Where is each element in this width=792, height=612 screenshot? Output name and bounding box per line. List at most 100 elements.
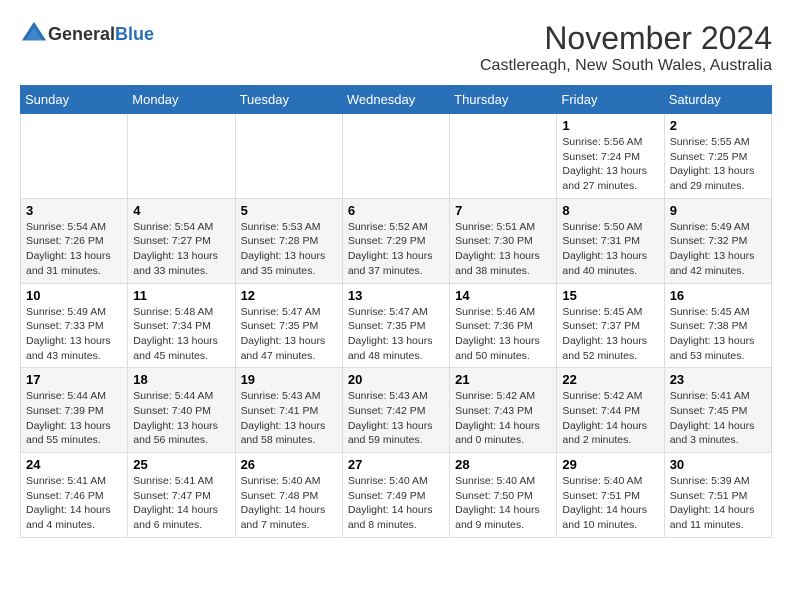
day-number: 17 — [26, 372, 122, 387]
day-number: 23 — [670, 372, 766, 387]
calendar-table: SundayMondayTuesdayWednesdayThursdayFrid… — [20, 85, 772, 538]
day-number: 3 — [26, 203, 122, 218]
calendar-cell: 27Sunrise: 5:40 AM Sunset: 7:49 PM Dayli… — [342, 453, 449, 538]
calendar-cell — [21, 114, 128, 199]
calendar-cell: 19Sunrise: 5:43 AM Sunset: 7:41 PM Dayli… — [235, 368, 342, 453]
day-info: Sunrise: 5:56 AM Sunset: 7:24 PM Dayligh… — [562, 135, 658, 194]
title-section: November 2024 Castlereagh, New South Wal… — [480, 20, 772, 75]
day-info: Sunrise: 5:42 AM Sunset: 7:44 PM Dayligh… — [562, 389, 658, 448]
day-number: 9 — [670, 203, 766, 218]
day-info: Sunrise: 5:47 AM Sunset: 7:35 PM Dayligh… — [241, 305, 337, 364]
day-info: Sunrise: 5:44 AM Sunset: 7:39 PM Dayligh… — [26, 389, 122, 448]
day-number: 16 — [670, 288, 766, 303]
day-info: Sunrise: 5:40 AM Sunset: 7:50 PM Dayligh… — [455, 474, 551, 533]
day-number: 22 — [562, 372, 658, 387]
day-number: 5 — [241, 203, 337, 218]
day-info: Sunrise: 5:40 AM Sunset: 7:48 PM Dayligh… — [241, 474, 337, 533]
logo-blue: Blue — [115, 24, 154, 44]
day-info: Sunrise: 5:42 AM Sunset: 7:43 PM Dayligh… — [455, 389, 551, 448]
weekday-header-wednesday: Wednesday — [342, 86, 449, 114]
day-info: Sunrise: 5:44 AM Sunset: 7:40 PM Dayligh… — [133, 389, 229, 448]
day-number: 21 — [455, 372, 551, 387]
month-title: November 2024 — [480, 20, 772, 57]
logo: GeneralBlue — [20, 20, 154, 48]
calendar-cell: 30Sunrise: 5:39 AM Sunset: 7:51 PM Dayli… — [664, 453, 771, 538]
day-number: 18 — [133, 372, 229, 387]
calendar-cell — [342, 114, 449, 199]
calendar-cell: 8 Sunrise: 5:50 AM Sunset: 7:31 PM Daylig… — [557, 198, 664, 283]
calendar-cell — [450, 114, 557, 199]
day-number: 11 — [133, 288, 229, 303]
day-number: 12 — [241, 288, 337, 303]
weekday-header-friday: Friday — [557, 86, 664, 114]
calendar-week-row: 1 Sunrise: 5:56 AM Sunset: 7:24 PM Daylig… — [21, 114, 772, 199]
weekday-header-tuesday: Tuesday — [235, 86, 342, 114]
calendar-cell: 24 Sunrise: 5:41 AM Sunset: 7:46 PM Dayli… — [21, 453, 128, 538]
logo-icon — [20, 20, 48, 48]
calendar-cell: 5 Sunrise: 5:53 AM Sunset: 7:28 PM Daylig… — [235, 198, 342, 283]
day-number: 24 — [26, 457, 122, 472]
day-info: Sunrise: 5:54 AM Sunset: 7:26 PM Dayligh… — [26, 220, 122, 279]
calendar-cell — [128, 114, 235, 199]
day-number: 28 — [455, 457, 551, 472]
calendar-cell: 7Sunrise: 5:51 AM Sunset: 7:30 PM Daylig… — [450, 198, 557, 283]
day-info: Sunrise: 5:40 AM Sunset: 7:51 PM Dayligh… — [562, 474, 658, 533]
calendar-cell: 28 Sunrise: 5:40 AM Sunset: 7:50 PM Dayli… — [450, 453, 557, 538]
day-info: Sunrise: 5:55 AM Sunset: 7:25 PM Dayligh… — [670, 135, 766, 194]
day-info: Sunrise: 5:47 AM Sunset: 7:35 PM Dayligh… — [348, 305, 444, 364]
calendar-week-row: 24 Sunrise: 5:41 AM Sunset: 7:46 PM Dayli… — [21, 453, 772, 538]
calendar-week-row: 10 Sunrise: 5:49 AM Sunset: 7:33 PM Dayli… — [21, 283, 772, 368]
day-info: Sunrise: 5:53 AM Sunset: 7:28 PM Dayligh… — [241, 220, 337, 279]
calendar-cell: 9 Sunrise: 5:49 AM Sunset: 7:32 PM Daylig… — [664, 198, 771, 283]
day-info: Sunrise: 5:45 AM Sunset: 7:37 PM Dayligh… — [562, 305, 658, 364]
calendar-cell: 23 Sunrise: 5:41 AM Sunset: 7:45 PM Dayli… — [664, 368, 771, 453]
day-info: Sunrise: 5:50 AM Sunset: 7:31 PM Dayligh… — [562, 220, 658, 279]
calendar-cell: 11 Sunrise: 5:48 AM Sunset: 7:34 PM Dayli… — [128, 283, 235, 368]
day-number: 29 — [562, 457, 658, 472]
day-number: 4 — [133, 203, 229, 218]
day-info: Sunrise: 5:45 AM Sunset: 7:38 PM Dayligh… — [670, 305, 766, 364]
day-number: 8 — [562, 203, 658, 218]
day-number: 1 — [562, 118, 658, 133]
calendar-cell: 12 Sunrise: 5:47 AM Sunset: 7:35 PM Dayli… — [235, 283, 342, 368]
day-number: 14 — [455, 288, 551, 303]
day-number: 13 — [348, 288, 444, 303]
page-header: GeneralBlue November 2024 Castlereagh, N… — [20, 20, 772, 75]
weekday-header-thursday: Thursday — [450, 86, 557, 114]
calendar-cell: 29 Sunrise: 5:40 AM Sunset: 7:51 PM Dayli… — [557, 453, 664, 538]
day-number: 30 — [670, 457, 766, 472]
calendar-cell: 18 Sunrise: 5:44 AM Sunset: 7:40 PM Dayli… — [128, 368, 235, 453]
calendar-cell: 16 Sunrise: 5:45 AM Sunset: 7:38 PM Dayli… — [664, 283, 771, 368]
day-number: 19 — [241, 372, 337, 387]
day-info: Sunrise: 5:41 AM Sunset: 7:46 PM Dayligh… — [26, 474, 122, 533]
day-number: 2 — [670, 118, 766, 133]
weekday-header-row: SundayMondayTuesdayWednesdayThursdayFrid… — [21, 86, 772, 114]
calendar-cell: 4Sunrise: 5:54 AM Sunset: 7:27 PM Daylig… — [128, 198, 235, 283]
calendar-week-row: 17 Sunrise: 5:44 AM Sunset: 7:39 PM Dayli… — [21, 368, 772, 453]
calendar-cell: 21 Sunrise: 5:42 AM Sunset: 7:43 PM Dayli… — [450, 368, 557, 453]
calendar-week-row: 3 Sunrise: 5:54 AM Sunset: 7:26 PM Daylig… — [21, 198, 772, 283]
day-info: Sunrise: 5:52 AM Sunset: 7:29 PM Dayligh… — [348, 220, 444, 279]
day-number: 20 — [348, 372, 444, 387]
calendar-cell: 25 Sunrise: 5:41 AM Sunset: 7:47 PM Dayli… — [128, 453, 235, 538]
location-title: Castlereagh, New South Wales, Australia — [480, 57, 772, 75]
day-number: 25 — [133, 457, 229, 472]
day-info: Sunrise: 5:49 AM Sunset: 7:33 PM Dayligh… — [26, 305, 122, 364]
day-info: Sunrise: 5:46 AM Sunset: 7:36 PM Dayligh… — [455, 305, 551, 364]
calendar-cell: 2 Sunrise: 5:55 AM Sunset: 7:25 PM Daylig… — [664, 114, 771, 199]
calendar-cell: 26 Sunrise: 5:40 AM Sunset: 7:48 PM Dayli… — [235, 453, 342, 538]
calendar-cell: 14 Sunrise: 5:46 AM Sunset: 7:36 PM Dayli… — [450, 283, 557, 368]
weekday-header-saturday: Saturday — [664, 86, 771, 114]
day-number: 10 — [26, 288, 122, 303]
day-number: 26 — [241, 457, 337, 472]
day-info: Sunrise: 5:41 AM Sunset: 7:47 PM Dayligh… — [133, 474, 229, 533]
day-info: Sunrise: 5:41 AM Sunset: 7:45 PM Dayligh… — [670, 389, 766, 448]
calendar-cell: 6 Sunrise: 5:52 AM Sunset: 7:29 PM Daylig… — [342, 198, 449, 283]
calendar-cell: 1 Sunrise: 5:56 AM Sunset: 7:24 PM Daylig… — [557, 114, 664, 199]
day-number: 6 — [348, 203, 444, 218]
day-info: Sunrise: 5:48 AM Sunset: 7:34 PM Dayligh… — [133, 305, 229, 364]
calendar-cell: 13 Sunrise: 5:47 AM Sunset: 7:35 PM Dayli… — [342, 283, 449, 368]
calendar-cell: 3 Sunrise: 5:54 AM Sunset: 7:26 PM Daylig… — [21, 198, 128, 283]
day-number: 7 — [455, 203, 551, 218]
day-info: Sunrise: 5:49 AM Sunset: 7:32 PM Dayligh… — [670, 220, 766, 279]
